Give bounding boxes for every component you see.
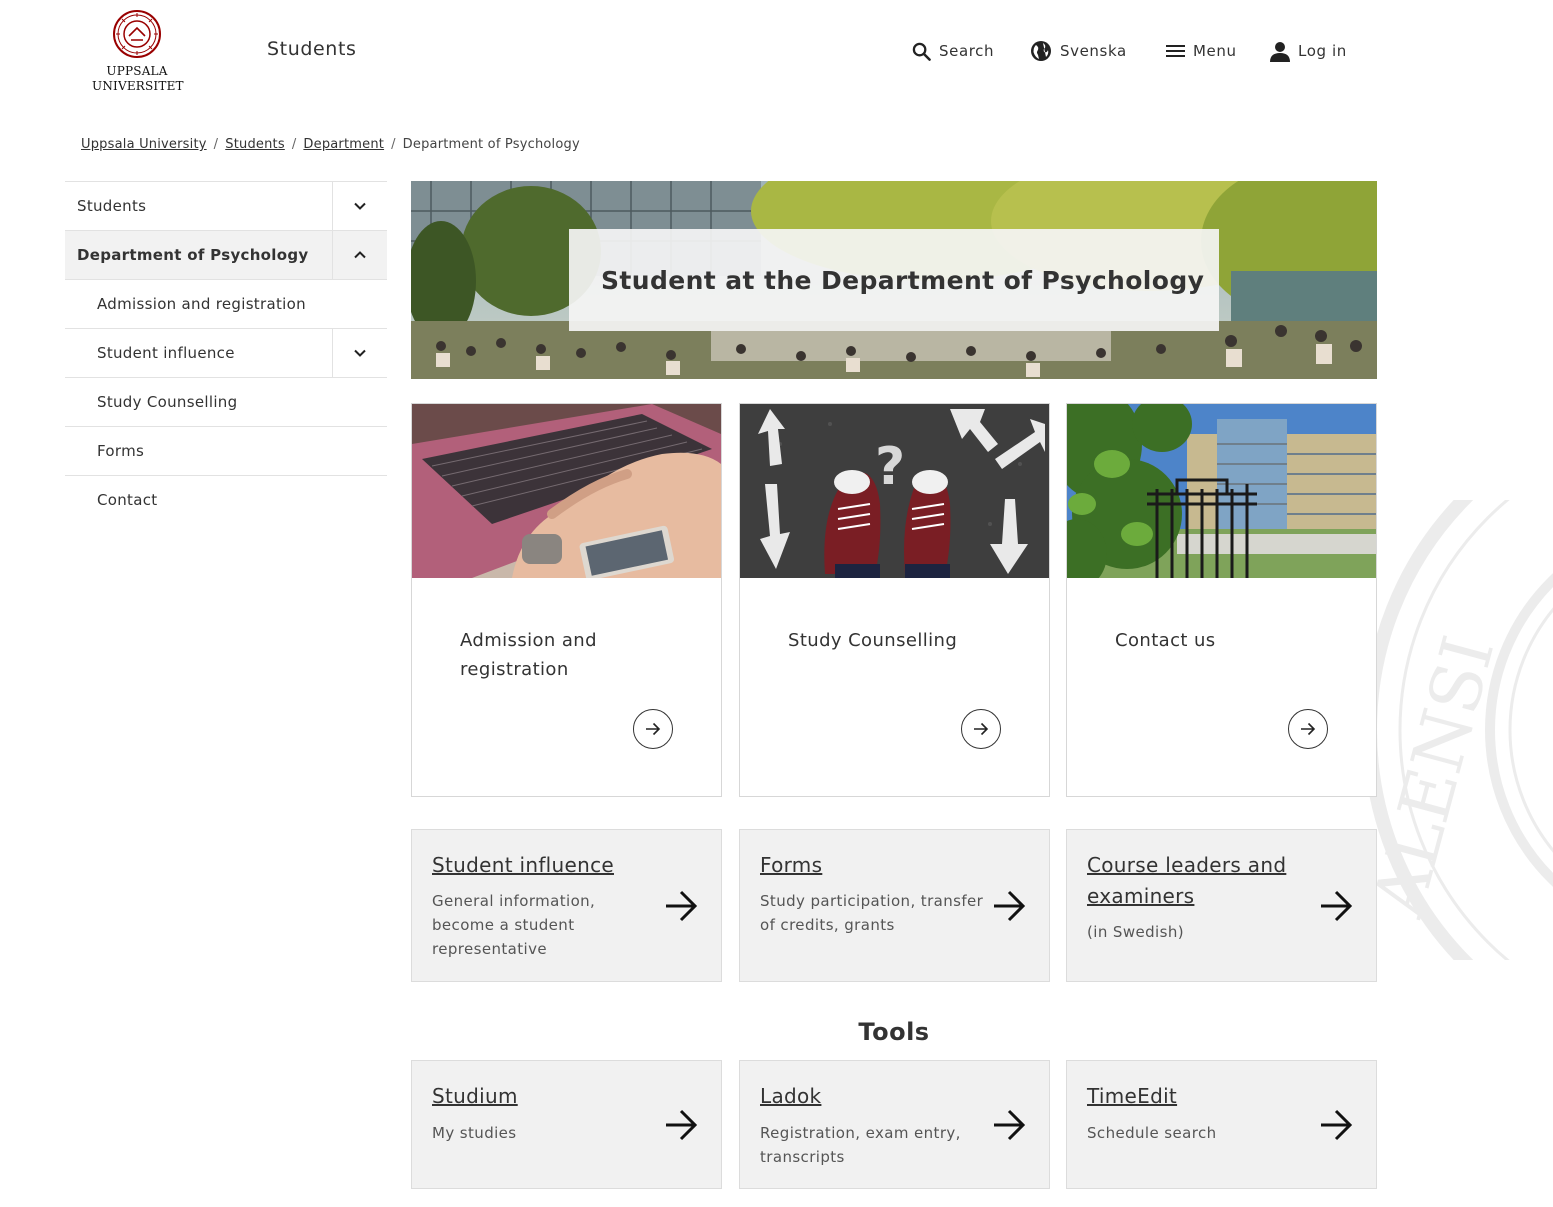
- tool-box-studium[interactable]: Studium My studies: [411, 1060, 722, 1189]
- sidebar-item-label: Students: [77, 197, 147, 215]
- site-header: UPPSALA UNIVERSITET Students Search Sven…: [0, 0, 1553, 110]
- sidebar-item-label: Admission and registration: [97, 295, 306, 313]
- arrow-right-icon: [994, 890, 1026, 922]
- university-logo[interactable]: UPPSALA UNIVERSITET: [92, 10, 184, 94]
- card-study-counselling[interactable]: ? Study Counselling: [739, 403, 1050, 797]
- card-contact-us[interactable]: Contact us: [1066, 403, 1377, 797]
- card-title: Admission and registration: [460, 630, 597, 680]
- breadcrumb-link-university[interactable]: Uppsala University: [81, 137, 207, 152]
- collapse-toggle[interactable]: [332, 231, 387, 279]
- link-description: (in Swedish): [1087, 923, 1184, 941]
- chevron-down-icon: [354, 349, 366, 357]
- tool-title[interactable]: Studium: [432, 1081, 518, 1112]
- globe-icon: [1031, 41, 1051, 61]
- sidebar-item-department-of-psychology[interactable]: Department of Psychology: [65, 230, 387, 279]
- university-seal-watermark: ALENSI: [1360, 500, 1553, 960]
- user-icon: [1270, 41, 1290, 62]
- link-description: General information, become a student re…: [432, 892, 596, 958]
- search-icon: [912, 42, 931, 61]
- card-image-building-photo: [1067, 404, 1376, 578]
- language-label: Svenska: [1060, 42, 1127, 60]
- breadcrumb-current: Department of Psychology: [402, 137, 580, 152]
- menu-button[interactable]: Menu: [1166, 38, 1237, 64]
- tool-box-ladok[interactable]: Ladok Registration, exam entry, transcri…: [739, 1060, 1050, 1189]
- search-label: Search: [939, 42, 995, 60]
- arrow-right-icon: [974, 722, 989, 736]
- tool-description: Registration, exam entry, transcripts: [760, 1124, 961, 1166]
- arrow-right-icon: [666, 890, 698, 922]
- sidebar-item-label: Study Counselling: [97, 393, 238, 411]
- site-title[interactable]: Students: [267, 38, 357, 60]
- sidebar-item-label: Contact: [97, 491, 158, 509]
- link-title[interactable]: Student influence: [432, 850, 614, 881]
- hero-banner: Student at the Department of Psychology: [411, 181, 1377, 379]
- svg-text:ALENSI: ALENSI: [1360, 628, 1510, 925]
- sidebar-item-study-counselling[interactable]: Study Counselling: [65, 377, 387, 426]
- arrow-circle-icon[interactable]: [961, 709, 1001, 749]
- sidebar-item-forms[interactable]: Forms: [65, 426, 387, 475]
- chevron-down-icon: [354, 202, 366, 210]
- sidebar-item-contact[interactable]: Contact: [65, 475, 387, 524]
- logo-line-1: UPPSALA: [106, 64, 168, 78]
- sidebar-item-students[interactable]: Students: [65, 181, 387, 230]
- link-box-course-leaders-and-examiners[interactable]: Course leaders and examiners (in Swedish…: [1066, 829, 1377, 982]
- hamburger-icon: [1166, 45, 1185, 57]
- hero-title: Student at the Department of Psychology: [601, 265, 1205, 295]
- expand-toggle[interactable]: [332, 329, 387, 377]
- language-button[interactable]: Svenska: [1030, 38, 1127, 64]
- hero-title-box: Student at the Department of Psychology: [569, 229, 1219, 331]
- breadcrumb: Uppsala University / Students / Department / D…: [81, 137, 580, 152]
- breadcrumb-link-students[interactable]: Students: [225, 137, 285, 152]
- sidebar-item-student-influence[interactable]: Student influence: [65, 328, 387, 377]
- tool-title[interactable]: Ladok: [760, 1081, 821, 1112]
- card-image-laptop-photo: [412, 404, 721, 578]
- svg-text:?: ?: [875, 437, 905, 497]
- tool-title[interactable]: TimeEdit: [1087, 1081, 1177, 1112]
- breadcrumb-link-department[interactable]: Department: [303, 137, 384, 152]
- university-seal-icon: [113, 10, 161, 58]
- link-title[interactable]: Course leaders and examiners: [1087, 850, 1302, 912]
- tool-description: Schedule search: [1087, 1124, 1217, 1142]
- login-label: Log in: [1298, 42, 1347, 60]
- menu-label: Menu: [1193, 42, 1237, 60]
- arrow-right-icon: [1301, 722, 1316, 736]
- arrow-right-icon: [1321, 1109, 1353, 1141]
- arrow-right-icon: [1321, 890, 1353, 922]
- tool-description: My studies: [432, 1124, 517, 1142]
- sidebar-item-label: Student influence: [97, 344, 235, 362]
- link-box-forms[interactable]: Forms Study participation, transfer of c…: [739, 829, 1050, 982]
- card-title: Study Counselling: [788, 630, 958, 651]
- arrow-right-icon: [646, 722, 661, 736]
- arrow-circle-icon[interactable]: [1288, 709, 1328, 749]
- chevron-up-icon: [354, 251, 366, 259]
- card-image-shoes-arrows-photo: ?: [740, 404, 1049, 578]
- logo-line-2: UNIVERSITET: [92, 79, 184, 93]
- card-title: Contact us: [1115, 630, 1216, 651]
- arrow-circle-icon[interactable]: [633, 709, 673, 749]
- tools-heading: Tools: [858, 1018, 930, 1046]
- sidebar-nav: Students Department of Psychology Admiss…: [65, 181, 387, 524]
- arrow-right-icon: [994, 1109, 1026, 1141]
- sidebar-item-label: Department of Psychology: [77, 246, 309, 264]
- arrow-right-icon: [666, 1109, 698, 1141]
- expand-toggle[interactable]: [332, 182, 387, 230]
- search-button[interactable]: Search: [912, 38, 994, 64]
- sidebar-item-admission-and-registration[interactable]: Admission and registration: [65, 279, 387, 328]
- sidebar-item-label: Forms: [97, 442, 145, 460]
- tool-box-timeedit[interactable]: TimeEdit Schedule search: [1066, 1060, 1377, 1189]
- link-description: Study participation, transfer of credits…: [760, 892, 984, 934]
- card-admission-and-registration[interactable]: Admission and registration: [411, 403, 722, 797]
- login-button[interactable]: Log in: [1270, 38, 1347, 64]
- link-box-student-influence[interactable]: Student influence General information, b…: [411, 829, 722, 982]
- link-title[interactable]: Forms: [760, 850, 822, 881]
